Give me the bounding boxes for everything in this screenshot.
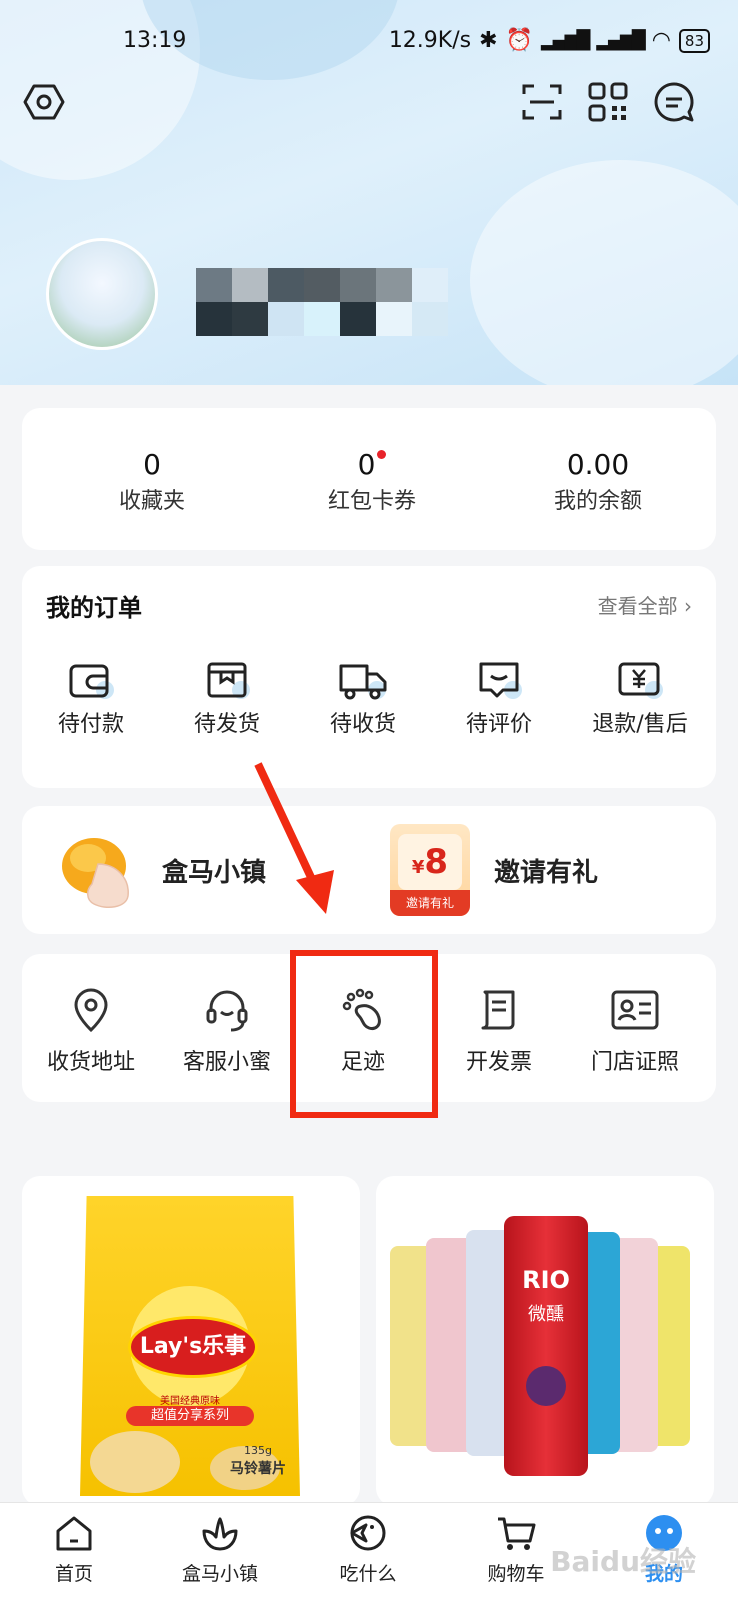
lays-flavor: 美国经典原味 [160, 1396, 220, 1407]
invite-gift-entry[interactable]: ¥8 邀请有礼 邀请有礼 [390, 824, 598, 916]
order-pending-payment[interactable]: 待付款 [26, 658, 156, 738]
invoice-icon [481, 990, 515, 1030]
order-refund-aftersales[interactable]: 退款/售后 [570, 658, 710, 738]
tab-what-to-eat[interactable]: 吃什么 [308, 1513, 428, 1586]
invite-amount: 8 [424, 842, 449, 882]
order-label: 待发货 [193, 712, 260, 737]
rio-sub: 微醺 [528, 1304, 564, 1325]
lays-weight: 135g [244, 1444, 272, 1457]
order-pending-review[interactable]: 待评价 [434, 658, 564, 738]
account-stats-card: 0 收藏夹 0 红包卡券 0.00 我的余额 [22, 408, 716, 550]
order-label: 待评价 [465, 712, 532, 737]
order-label: 待付款 [57, 712, 124, 737]
order-pending-receipt[interactable]: 待收货 [298, 658, 428, 738]
tulip-icon [202, 1517, 238, 1551]
wifi-icon: ◠ [651, 28, 671, 53]
notification-dot [377, 450, 387, 459]
message-icon[interactable] [652, 80, 696, 124]
signal-icon: ▂▄▆█ [596, 30, 645, 51]
hema-town-entry[interactable]: 盒马小镇 [58, 824, 266, 916]
tool-label: 开发票 [465, 1050, 532, 1075]
background-bubble [470, 160, 738, 385]
favorites-count: 0 [143, 448, 161, 481]
town-mascot-icon [62, 838, 129, 909]
home-icon [56, 1516, 92, 1551]
balance-label: 我的余额 [553, 489, 642, 514]
refund-icon [618, 662, 663, 699]
bluetooth-icon: ✱ [479, 28, 498, 53]
profile-header: 13:19 12.9K/s ✱ ⏰ ▂▄▆█ ▂▄▆█ ◠ 83 [0, 0, 738, 385]
status-bar: 13:19 12.9K/s ✱ ⏰ ▂▄▆█ ▂▄▆█ ◠ 83 [0, 24, 738, 64]
order-label: 退款/售后 [592, 712, 688, 737]
username-blurred [196, 268, 448, 336]
invite-currency: ¥ [411, 857, 425, 878]
baidu-watermark: Baidu经验 [550, 1545, 696, 1578]
truck-icon [339, 664, 387, 700]
rio-cans-image: RIO 微醺 [376, 1176, 714, 1506]
tool-address[interactable]: 收货地址 [26, 986, 156, 1076]
alarm-icon: ⏰ [505, 28, 533, 53]
box-icon [207, 662, 250, 699]
tool-label: 门店证照 [590, 1050, 679, 1075]
favorites-stat[interactable]: 0 收藏夹 [52, 448, 252, 515]
view-all-orders-link[interactable]: 查看全部 › [598, 590, 692, 619]
signal-icon: ▂▄▆█ [540, 30, 590, 51]
lays-brand: Lay's乐事 [128, 1316, 258, 1378]
favorites-label: 收藏夹 [118, 489, 185, 514]
coupons-label: 红包卡券 [327, 489, 416, 514]
status-time: 13:19 [123, 28, 187, 53]
order-pending-shipment[interactable]: 待发货 [162, 658, 292, 738]
orders-title: 我的订单 [46, 594, 142, 622]
lays-tagline: 超值分享系列 [126, 1406, 254, 1426]
tab-label: 吃什么 [339, 1563, 397, 1585]
tool-label: 客服小蜜 [182, 1050, 271, 1075]
balance-amount: 0.00 [566, 448, 630, 481]
eat-icon [350, 1515, 386, 1551]
product-card-lays[interactable]: Lay's乐事 美国经典原味 超值分享系列 马铃薯片 135g [22, 1176, 360, 1506]
annotation-highlight-box [290, 950, 438, 1118]
invite-coupon-icon: ¥8 邀请有礼 [390, 824, 470, 916]
qr-code-icon[interactable] [586, 80, 630, 124]
tool-invoice[interactable]: 开发票 [434, 986, 564, 1076]
tab-label: 首页 [54, 1563, 93, 1585]
lays-type: 马铃薯片 [230, 1461, 286, 1477]
scan-icon[interactable] [520, 80, 564, 124]
cart-icon [498, 1517, 536, 1550]
wallet-icon [69, 664, 114, 699]
coupons-stat[interactable]: 0 红包卡券 [272, 448, 472, 515]
net-speed: 12.9K/s [388, 28, 472, 53]
rio-brand: RIO [522, 1266, 570, 1294]
invite-label: 邀请有礼 [494, 857, 599, 888]
balance-stat[interactable]: 0.00 我的余额 [498, 448, 698, 515]
order-label: 待收货 [329, 712, 396, 737]
town-label: 盒马小镇 [162, 857, 267, 888]
settings-icon[interactable] [22, 80, 66, 124]
avatar[interactable] [46, 238, 158, 350]
product-card-rio[interactable]: RIO 微醺 [376, 1176, 714, 1506]
headset-icon [206, 990, 248, 1032]
tab-home[interactable]: 首页 [14, 1513, 134, 1586]
battery-indicator: 83 [678, 28, 710, 53]
tool-store-license[interactable]: 门店证照 [570, 986, 700, 1076]
tool-customer-service[interactable]: 客服小蜜 [162, 986, 292, 1076]
coupons-count: 0 [357, 448, 376, 481]
tab-label: 盒马小镇 [181, 1563, 258, 1585]
my-orders-card: 我的订单 查看全部 › 待付款 待发货 待收货 待评价 退款/售后 [22, 566, 716, 788]
invite-badge: 邀请有礼 [390, 890, 470, 916]
promo-card: 盒马小镇 ¥8 邀请有礼 邀请有礼 [22, 806, 716, 934]
tab-hema-town[interactable]: 盒马小镇 [160, 1513, 280, 1586]
chevron-right-icon: › [684, 594, 692, 618]
lays-bag-image: Lay's乐事 美国经典原味 超值分享系列 马铃薯片 135g [80, 1196, 300, 1496]
tool-label: 收货地址 [46, 1050, 135, 1075]
location-pin-icon [74, 988, 108, 1033]
view-all-label: 查看全部 [597, 594, 678, 618]
comment-icon [479, 662, 522, 699]
license-icon [611, 990, 659, 1030]
